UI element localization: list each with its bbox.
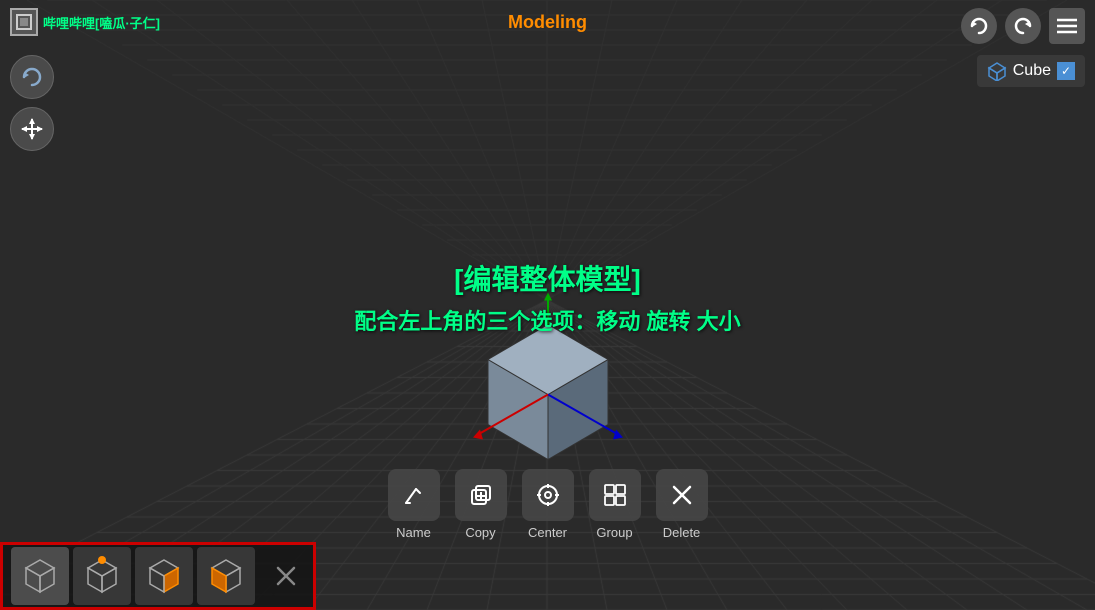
left-gizmo <box>10 55 54 151</box>
center-button[interactable]: Center <box>522 469 574 540</box>
delete-button[interactable]: Delete <box>656 469 708 540</box>
thumbnail-1[interactable] <box>11 547 69 605</box>
center-line1: [编辑整体模型] <box>354 258 740 298</box>
name-label: Name <box>396 525 431 540</box>
thumbnail-4[interactable] <box>197 547 255 605</box>
cube-icon <box>987 61 1007 81</box>
center-icon <box>522 469 574 521</box>
copy-button[interactable]: Copy <box>455 469 507 540</box>
right-panel: Cube ✓ <box>977 55 1085 87</box>
thumbnail-2[interactable] <box>73 547 131 605</box>
menu-button[interactable] <box>1049 8 1085 44</box>
thumbnail-3[interactable] <box>135 547 193 605</box>
top-title: Modeling <box>508 12 587 33</box>
center-label: Center <box>528 525 567 540</box>
center-line2: 配合左上角的三个选项：移动 旋转 大小 <box>354 304 740 336</box>
group-button[interactable]: Group <box>589 469 641 540</box>
delete-icon <box>656 469 708 521</box>
name-button[interactable]: Name <box>388 469 440 540</box>
undo-button[interactable] <box>961 8 997 44</box>
bottom-toolbar: Name Copy Center <box>388 469 708 540</box>
delete-label: Delete <box>663 525 701 540</box>
group-icon <box>589 469 641 521</box>
copy-icon <box>455 469 507 521</box>
close-button[interactable] <box>267 557 305 595</box>
top-right-controls <box>961 8 1085 44</box>
group-label: Group <box>596 525 632 540</box>
cube-label: Cube <box>1013 62 1051 80</box>
center-text-overlay: [编辑整体模型] 配合左上角的三个选项：移动 旋转 大小 <box>354 258 740 336</box>
copy-label: Copy <box>465 525 495 540</box>
cube-item[interactable]: Cube ✓ <box>977 55 1085 87</box>
thumbnail-strip <box>0 542 316 610</box>
rotate-gizmo-button[interactable] <box>10 55 54 99</box>
redo-button[interactable] <box>1005 8 1041 44</box>
name-icon <box>388 469 440 521</box>
cube-checkbox[interactable]: ✓ <box>1057 62 1075 80</box>
move-gizmo-button[interactable] <box>10 107 54 151</box>
top-bar: Modeling <box>0 0 1095 45</box>
